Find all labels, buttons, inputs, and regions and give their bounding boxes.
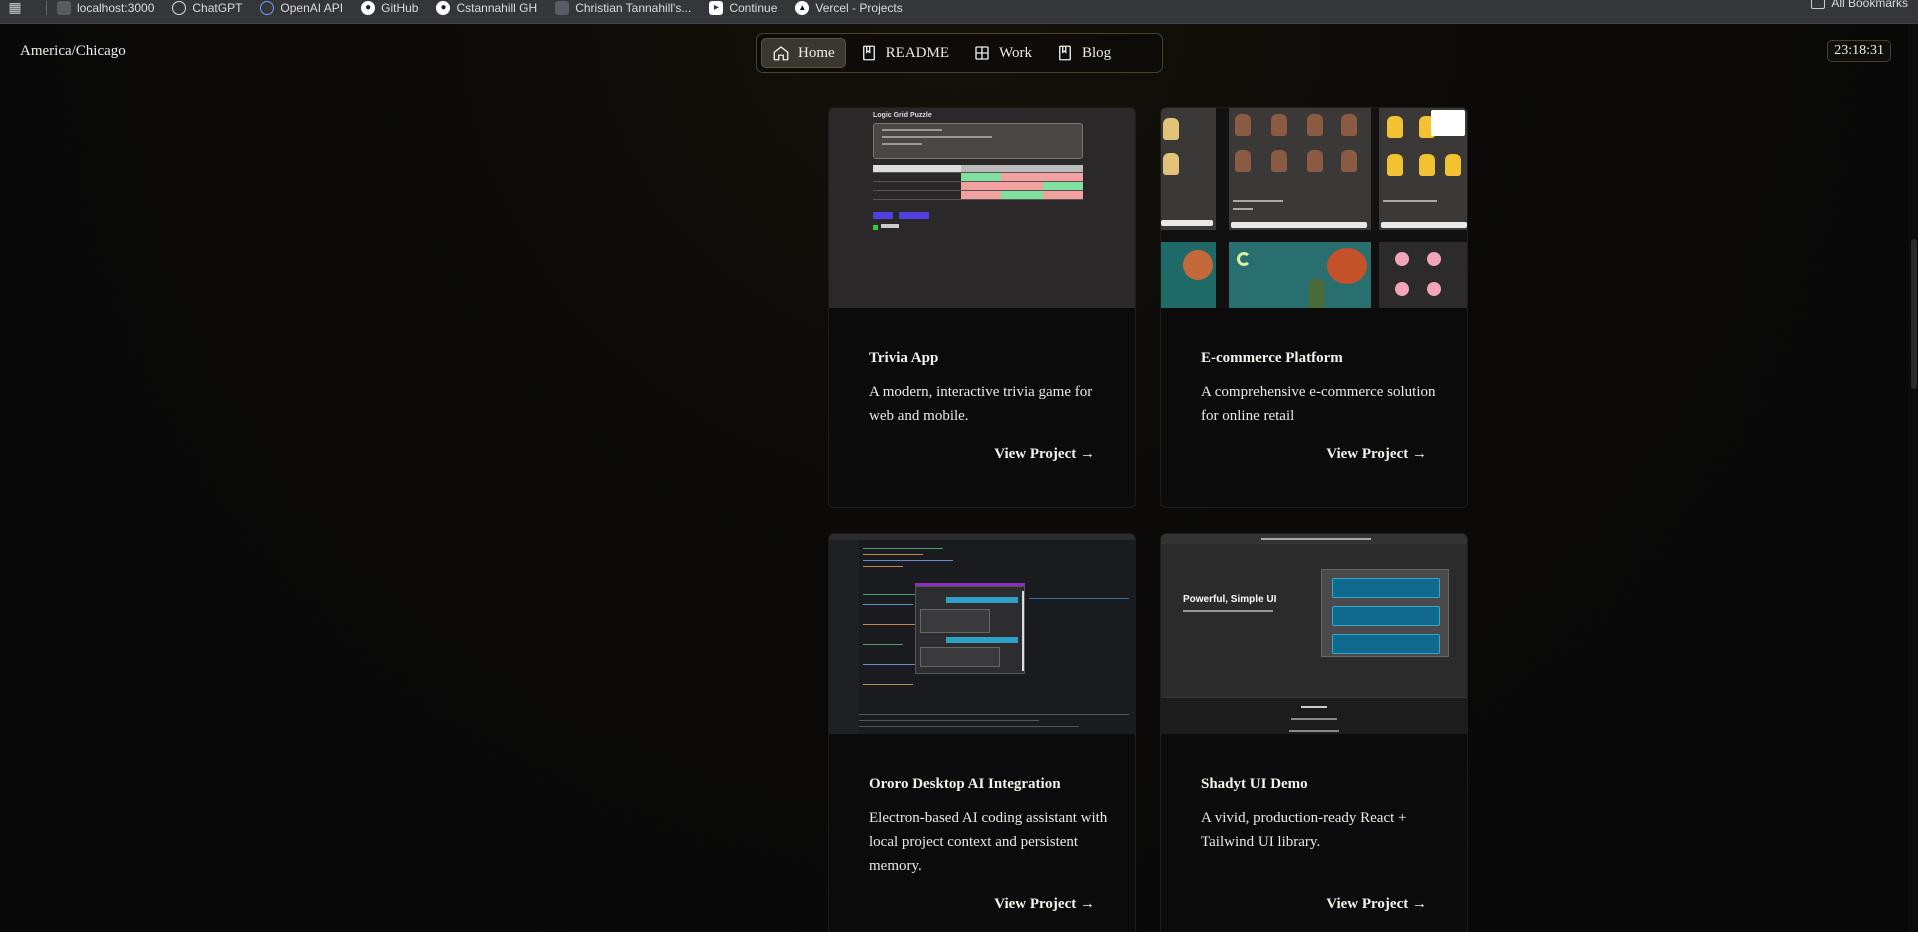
- product-tile: [1379, 108, 1467, 230]
- bookmark-label: OpenAI API: [280, 0, 344, 15]
- bookmark-localhost[interactable]: localhost:3000: [57, 0, 155, 15]
- clock: 23:18:31: [1827, 40, 1891, 62]
- page-icon: [57, 0, 71, 15]
- view-project-link[interactable]: View Project →: [1326, 896, 1427, 913]
- project-title: Ororo Desktop AI Integration: [869, 776, 1061, 792]
- thumb-navbar: [1161, 534, 1467, 544]
- page-scrollbar[interactable]: [1908, 24, 1918, 932]
- nav-readme[interactable]: README: [850, 38, 959, 68]
- bookmark-chatgpt[interactable]: ChatGPT: [172, 0, 243, 15]
- nav-label: Blog: [1081, 44, 1112, 61]
- project-description: Electron-based AI coding assistant with …: [869, 810, 1108, 874]
- thumb-title: Logic Grid Puzzle: [873, 112, 932, 119]
- nav-work[interactable]: Work: [963, 38, 1042, 68]
- thumb-rules-box: [873, 123, 1083, 159]
- nav-label: README: [885, 44, 950, 61]
- bookmark-label: GitHub: [381, 0, 419, 15]
- thumb-check: [873, 225, 878, 230]
- product-tile: [1379, 242, 1467, 308]
- bookmark-label: localhost:3000: [77, 0, 155, 15]
- product-tile: [1229, 242, 1371, 308]
- vercel-icon: ▲: [795, 0, 810, 15]
- thumb-button: [899, 212, 929, 219]
- openai-icon: [260, 0, 275, 15]
- bookmarks-bar: ▦ localhost:3000 ChatGPT OpenAI API ● Gi…: [0, 0, 1918, 24]
- project-description: A comprehensive e-commerce solution for …: [1201, 384, 1436, 424]
- grid-icon: [975, 46, 989, 60]
- thumb-hero-title: Powerful, Simple UI: [1183, 594, 1277, 605]
- project-thumbnail: [1161, 108, 1467, 308]
- bookmark-vercel[interactable]: ▲ Vercel - Projects: [795, 0, 903, 15]
- bookmark-christian-tannahill[interactable]: Christian Tannahill's...: [555, 0, 692, 15]
- book-icon: [862, 45, 875, 61]
- bookmark-label: Continue: [729, 0, 778, 15]
- thumb-titlebar: [829, 534, 1135, 540]
- thumb-sidebar: [829, 540, 859, 734]
- continue-icon: ▸: [709, 0, 724, 15]
- project-card-ecommerce[interactable]: E-commerce Platform A comprehensive e-co…: [1160, 107, 1468, 508]
- thumb-chat-dialog: [915, 586, 1025, 674]
- thumb-puzzle-grid: [873, 165, 1083, 200]
- project-card-trivia[interactable]: Logic Grid Puzzle Trivia App A modern, i…: [828, 107, 1136, 508]
- bookmark-github[interactable]: ● GitHub: [361, 0, 419, 15]
- bookmark-cstannahill-gh[interactable]: ● Cstannahill GH: [436, 0, 538, 15]
- main-nav: Home README Work Blog: [756, 33, 1163, 73]
- product-tile: [1161, 108, 1216, 230]
- thumb-check-label: [881, 224, 899, 228]
- folder-icon: [1811, 0, 1826, 9]
- bookmark-continue[interactable]: ▸ Continue: [709, 0, 778, 15]
- nav-label: Work: [999, 44, 1032, 61]
- thumb-hero-subtitle: [1183, 610, 1273, 612]
- nav-home[interactable]: Home: [761, 38, 846, 68]
- page-icon: [555, 0, 570, 15]
- project-thumbnail: Powerful, Simple UI: [1161, 534, 1467, 734]
- project-description: A vivid, production-ready React + Tailwi…: [1201, 810, 1407, 850]
- bookmark-label: Cstannahill GH: [456, 0, 538, 15]
- nav-label: Home: [798, 44, 835, 61]
- view-project-link[interactable]: View Project →: [1326, 446, 1427, 463]
- product-tile: [1229, 108, 1371, 230]
- all-bookmarks-label: All Bookmarks: [1831, 0, 1908, 10]
- view-project-link[interactable]: View Project →: [994, 896, 1095, 913]
- project-title: Shadyt UI Demo: [1201, 776, 1308, 792]
- timezone-label: America/Chicago: [20, 43, 126, 59]
- bookmark-label: Vercel - Projects: [815, 0, 903, 15]
- bookmark-label: ChatGPT: [192, 0, 243, 15]
- project-thumbnail: Logic Grid Puzzle: [829, 108, 1135, 308]
- github-icon: ●: [361, 0, 376, 15]
- chatgpt-icon: [172, 0, 187, 15]
- thumb-button: [873, 212, 893, 219]
- product-tile: [1161, 242, 1216, 308]
- project-title: Trivia App: [869, 350, 939, 366]
- nav-blog[interactable]: Blog: [1046, 38, 1121, 68]
- bookmark-separator: [46, 0, 47, 15]
- project-card-ororo[interactable]: Ororo Desktop AI Integration Electron-ba…: [828, 533, 1136, 932]
- project-description: A modern, interactive trivia game for we…: [869, 384, 1093, 424]
- bookmark-openai-api[interactable]: OpenAI API: [260, 0, 344, 15]
- project-card-shadyt[interactable]: Powerful, Simple UI Shadyt UI Demo A viv…: [1160, 533, 1468, 932]
- project-title: E-commerce Platform: [1201, 350, 1343, 366]
- book-icon: [1059, 45, 1071, 61]
- project-thumbnail: [829, 534, 1135, 734]
- home-icon: [773, 46, 789, 61]
- bookmark-label: Christian Tannahill's...: [575, 0, 692, 15]
- apps-grid-icon[interactable]: ▦: [0, 0, 30, 24]
- all-bookmarks[interactable]: All Bookmarks: [1811, 0, 1908, 10]
- thumb-panel: [1321, 569, 1449, 657]
- thumb-footer: [1161, 697, 1467, 734]
- scrollbar-thumb[interactable]: [1911, 239, 1917, 389]
- view-project-link[interactable]: View Project →: [994, 446, 1095, 463]
- github-icon: ●: [436, 0, 451, 15]
